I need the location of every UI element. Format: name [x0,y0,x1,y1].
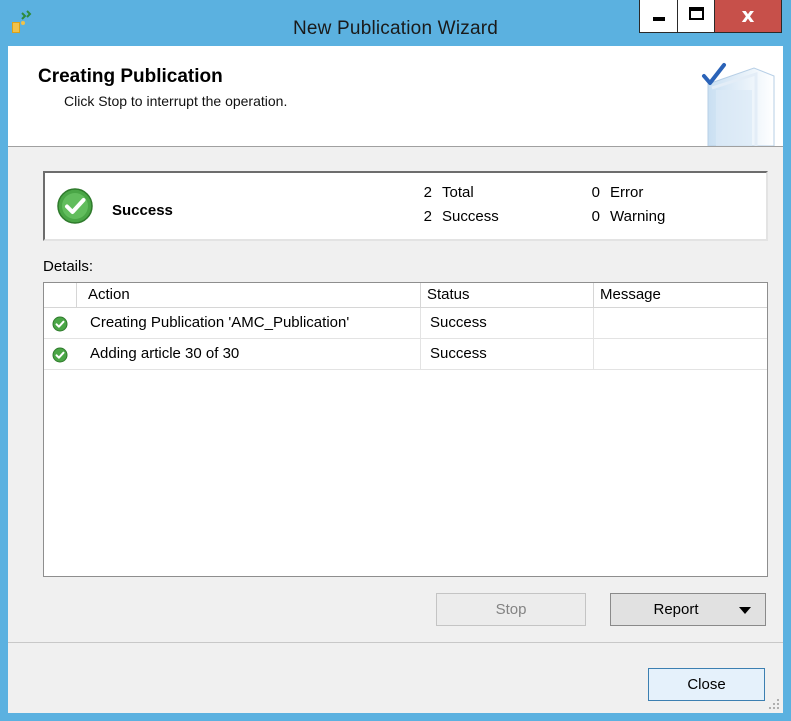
success-count: 2 [423,208,432,225]
book-checkmark-icon [702,63,775,146]
column-header-action[interactable]: Action [77,283,421,307]
page-title: Creating Publication [38,66,223,87]
grid-header-icon-col [44,283,77,307]
total-count: 2 [423,184,432,201]
success-check-icon [52,347,68,363]
chevron-down-icon[interactable] [739,607,751,614]
warning-stat: 0 Warning [586,208,666,225]
message-cell [594,308,767,338]
close-button[interactable]: Close [648,668,765,701]
table-row[interactable]: Adding article 30 of 30 Success [44,339,767,370]
maximize-button[interactable] [677,0,715,33]
column-header-message[interactable]: Message [594,283,767,307]
success-check-icon [57,188,93,224]
success-check-icon [52,316,68,332]
maximize-icon [689,7,704,20]
total-label: Total [442,184,474,201]
summary-panel: Success 2 Total 2 Success 0 Error 0 Warning [43,171,768,241]
action-cell: Adding article 30 of 30 [77,339,421,369]
resize-grip-icon[interactable] [768,698,780,710]
stop-button[interactable]: Stop [436,593,586,626]
action-cell: Creating Publication 'AMC_Publication' [77,308,421,338]
close-window-button[interactable]: x [714,0,782,33]
error-label: Error [610,184,644,201]
message-cell [594,339,767,369]
report-button-label: Report [653,601,699,618]
summary-status: Success [112,202,173,219]
footer-divider [8,642,783,643]
close-icon: x [741,3,755,27]
page-subtitle: Click Stop to interrupt the operation. [64,93,288,109]
wizard-client-area: Creating Publication Click Stop to inter… [8,46,783,713]
table-row[interactable]: Creating Publication 'AMC_Publication' S… [44,308,767,339]
column-header-status[interactable]: Status [421,283,594,307]
status-cell: Success [421,339,594,369]
title-bar[interactable]: New Publication Wizard x [0,0,791,46]
minimize-icon [653,17,665,21]
minimize-button[interactable] [639,0,678,33]
details-label: Details: [43,258,94,275]
details-grid[interactable]: Action Status Message Creating Publicati… [43,282,768,577]
success-label: Success [442,208,499,225]
report-button[interactable]: Report [610,593,766,626]
warning-count: 0 [591,208,600,225]
wizard-window: New Publication Wizard x Creating Public… [0,0,791,721]
total-stat: 2 Total [418,184,474,201]
warning-label: Warning [610,208,666,225]
grid-header: Action Status Message [44,283,767,308]
error-count: 0 [591,184,600,201]
status-cell: Success [421,308,594,338]
error-stat: 0 Error [586,184,644,201]
wizard-header: Creating Publication Click Stop to inter… [8,46,783,147]
success-stat: 2 Success [418,208,499,225]
